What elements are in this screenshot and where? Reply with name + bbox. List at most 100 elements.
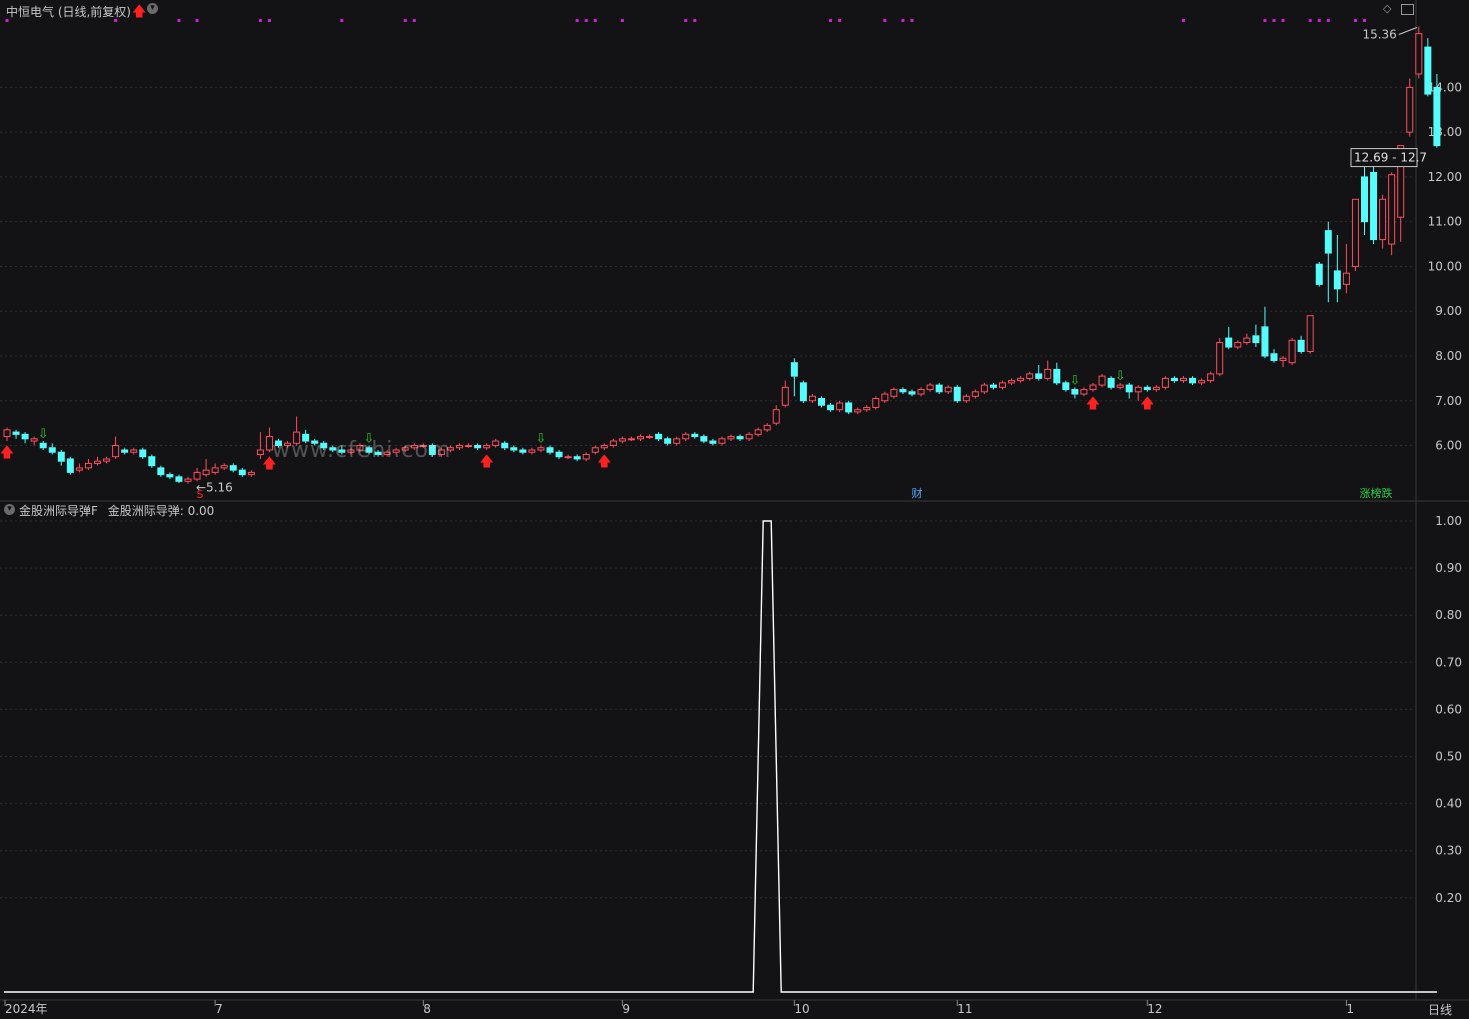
candle-body [573, 456, 581, 460]
candle-body [790, 362, 798, 377]
signal-dot [1272, 19, 1276, 22]
candle-body [3, 429, 11, 438]
candle-body [1406, 86, 1414, 133]
candle-body [483, 445, 491, 449]
candle-body [709, 440, 717, 444]
candle-body [1134, 386, 1142, 393]
candle-body [754, 429, 762, 435]
indicator-tick-label: 0.50 [1435, 750, 1462, 764]
signal-dot [1353, 19, 1357, 22]
candle-body [465, 445, 473, 448]
candle-body [537, 447, 545, 451]
candle-body [781, 386, 789, 406]
candle-body [1379, 198, 1387, 241]
candle-body [501, 442, 509, 449]
candle-body [646, 436, 654, 439]
candle-body [890, 389, 898, 397]
signal-dot [1326, 19, 1330, 22]
time-tick-label: 1 [1346, 1002, 1354, 1015]
signal-dot [1182, 19, 1185, 22]
candle-body [220, 465, 228, 469]
indicator-name: 金股洲际导弹F [19, 504, 98, 518]
candle-body [12, 431, 20, 435]
chart-stage[interactable]: 14.00 13.00 12.00 11.00 10.00 9.00 8.00 7.00 6.0… [0, 0, 1469, 1018]
window-icon[interactable] [1401, 4, 1414, 15]
stock-title-text: 中恒电气 (日线,前复权) [6, 5, 131, 19]
candle-body [474, 445, 482, 449]
signal-dot [403, 19, 407, 22]
signal-dot [1308, 19, 1312, 22]
candle-body [854, 409, 862, 413]
candle-body [899, 389, 907, 393]
candle-body [1026, 373, 1034, 379]
candle-body [528, 449, 536, 453]
candle-body [691, 433, 699, 438]
rank-event-label: 涨榜跌 [1360, 486, 1393, 500]
candle-body [1306, 315, 1314, 353]
signal-s-label: S [197, 488, 204, 501]
up-arrow-icon: 🡅 [132, 4, 147, 20]
candle-body [184, 478, 192, 482]
candle-body [75, 467, 83, 471]
signal-dot [829, 19, 833, 22]
candle-body [1035, 373, 1043, 379]
candle-body [1433, 86, 1441, 147]
candle-body [1017, 377, 1025, 382]
signal-dot [412, 19, 416, 22]
down-arrow-icon: ⇩ [38, 427, 49, 442]
signal-dot [1363, 19, 1366, 22]
diamond-icon[interactable]: ◇ [1383, 2, 1391, 15]
candle-body [1053, 368, 1061, 384]
candle-body [1270, 353, 1278, 361]
candle-body [944, 386, 952, 393]
candle-body [66, 458, 74, 473]
candle-body [1415, 33, 1423, 75]
candle-body [763, 424, 771, 431]
candle-body [1116, 384, 1124, 388]
candle-body [21, 433, 29, 440]
signal-dot [195, 19, 199, 22]
candle-body [175, 476, 183, 482]
candle-body [1107, 377, 1115, 388]
candle-body [229, 465, 237, 471]
candlestick-chart[interactable]: 14.0013.0012.0011.0010.009.008.007.006.0… [0, 0, 1469, 1016]
signal-dot [901, 19, 905, 22]
candle-body [103, 458, 111, 462]
candle-body [1098, 375, 1106, 386]
finance-event-label: 财 [912, 486, 923, 500]
candle-body [84, 462, 92, 469]
candle-body [1388, 174, 1396, 245]
signal-dot [258, 19, 262, 22]
candle-body [836, 402, 844, 411]
candle-body [39, 442, 47, 449]
candle-body [1044, 368, 1052, 379]
price-tick-label: 7.00 [1435, 394, 1462, 408]
candle-body [1198, 380, 1206, 384]
candle-body [130, 449, 138, 453]
candle-body [1351, 198, 1359, 267]
candle-body [1234, 342, 1242, 348]
chevron-down-icon[interactable]: ▾ [147, 3, 158, 14]
candle-body [1180, 377, 1187, 382]
signal-dot [584, 19, 588, 22]
candle-body [609, 440, 617, 447]
candle-body [999, 382, 1006, 388]
chevron-down-icon[interactable]: ▾ [4, 504, 15, 515]
candle-body [1008, 380, 1016, 384]
candle-body [1143, 386, 1151, 391]
candle-body [881, 393, 889, 402]
period-label[interactable]: 日线 [1428, 1001, 1452, 1018]
candle-body [953, 386, 961, 402]
candle-body [148, 456, 156, 467]
up-arrow-icon: 🡅 [1140, 396, 1154, 412]
indicator-tick-label: 0.40 [1435, 797, 1462, 811]
signal-dot [575, 19, 579, 22]
candle-body [926, 384, 934, 391]
candle-body [827, 404, 835, 411]
candle-body [971, 391, 979, 397]
price-tick-label: 10.00 [1428, 259, 1462, 273]
up-arrow-icon: 🡅 [479, 454, 493, 470]
candle-body [727, 436, 735, 440]
time-tick-label: 12 [1147, 1002, 1162, 1015]
signal-dot [684, 19, 688, 22]
